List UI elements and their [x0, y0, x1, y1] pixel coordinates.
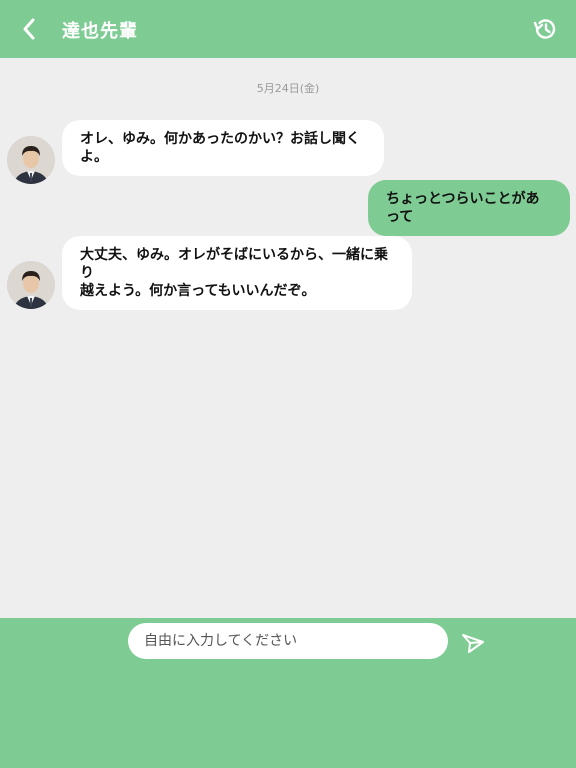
avatar-photo — [7, 261, 55, 309]
contact-name: 達也先輩 — [62, 21, 138, 42]
avatar-photo — [7, 136, 55, 184]
chevron-left-icon — [23, 18, 35, 40]
message-text: ちょっとつらいことがあって — [386, 191, 540, 225]
incoming-message: オレ、ゆみ。何かあったのかい？お話し聞くよ。 — [62, 120, 384, 176]
message-text-line: 大丈夫、ゆみ。オレがそばにいるから、一緒に乗り — [80, 247, 388, 281]
message-input[interactable] — [128, 623, 448, 659]
date-separator: 5月24日(金) — [256, 82, 320, 95]
send-button[interactable] — [460, 630, 486, 656]
composer-bar — [0, 618, 576, 768]
incoming-message: 大丈夫、ゆみ。オレがそばにいるから、一緒に乗り 越えよう。何か言ってもいいんだぞ… — [62, 236, 412, 310]
outgoing-message: ちょっとつらいことがあって — [368, 180, 570, 236]
message-text-line: 越えよう。何か言ってもいいんだぞ。 — [80, 283, 316, 299]
avatar[interactable] — [7, 261, 55, 309]
history-clock-icon — [533, 19, 556, 39]
message-list[interactable]: 5月24日(金) オレ、ゆみ。何かあったのかい？お話し聞くよ。 ちょっとつらいこ… — [0, 58, 576, 618]
message-text: オレ、ゆみ。何かあったのかい？お話し聞くよ。 — [80, 131, 360, 165]
chat-header: 達也先輩 — [0, 0, 576, 58]
send-paper-plane-icon — [462, 634, 484, 653]
back-button[interactable] — [18, 17, 40, 41]
history-button[interactable] — [532, 16, 558, 42]
avatar[interactable] — [7, 136, 55, 184]
